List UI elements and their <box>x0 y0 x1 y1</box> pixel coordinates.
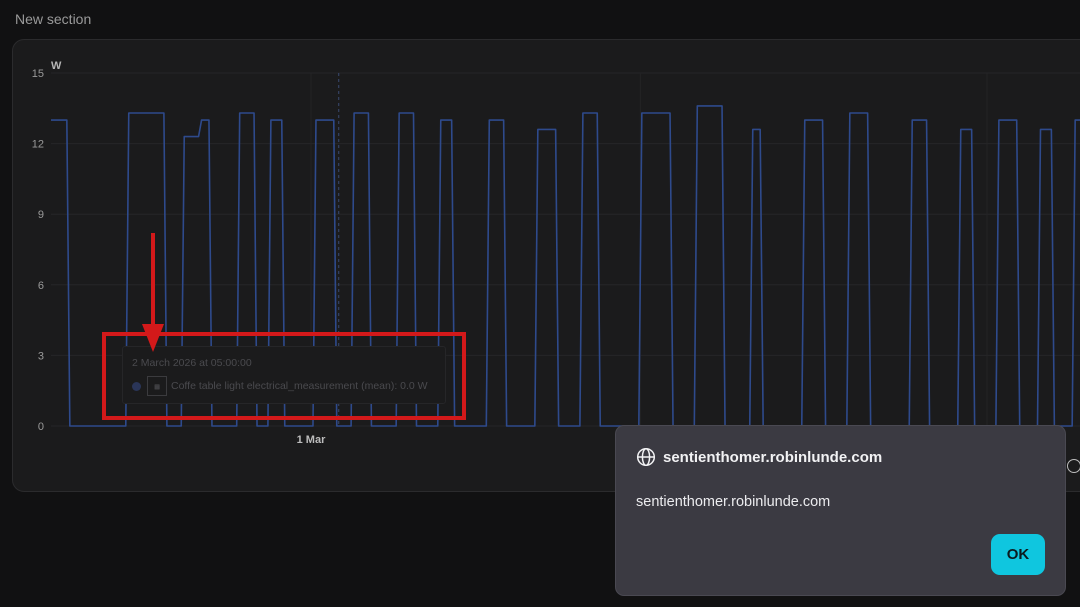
ok-button[interactable]: OK <box>991 534 1045 575</box>
section-title: New section <box>15 11 92 27</box>
dialog-header: sentienthomer.robinlunde.com <box>636 447 882 467</box>
y-tick-label: 15 <box>32 68 44 80</box>
alert-dialog: sentienthomer.robinlunde.com sentienthom… <box>615 425 1066 596</box>
y-axis-unit-label: W <box>51 60 62 72</box>
x-tick-label: 1 Mar <box>297 434 326 446</box>
y-tick-label: 12 <box>32 139 44 151</box>
annotation-arrow-icon <box>142 233 164 352</box>
dialog-title: sentienthomer.robinlunde.com <box>663 448 883 466</box>
y-tick-label: 3 <box>38 350 44 362</box>
dialog-message: sentienthomer.robinlunde.com <box>636 494 831 510</box>
y-tick-label: 6 <box>38 280 44 292</box>
legend-toggle-icon[interactable] <box>1067 459 1080 473</box>
y-tick-label: 0 <box>38 421 44 433</box>
y-tick-label: 9 <box>38 209 44 221</box>
globe-icon <box>636 447 656 467</box>
